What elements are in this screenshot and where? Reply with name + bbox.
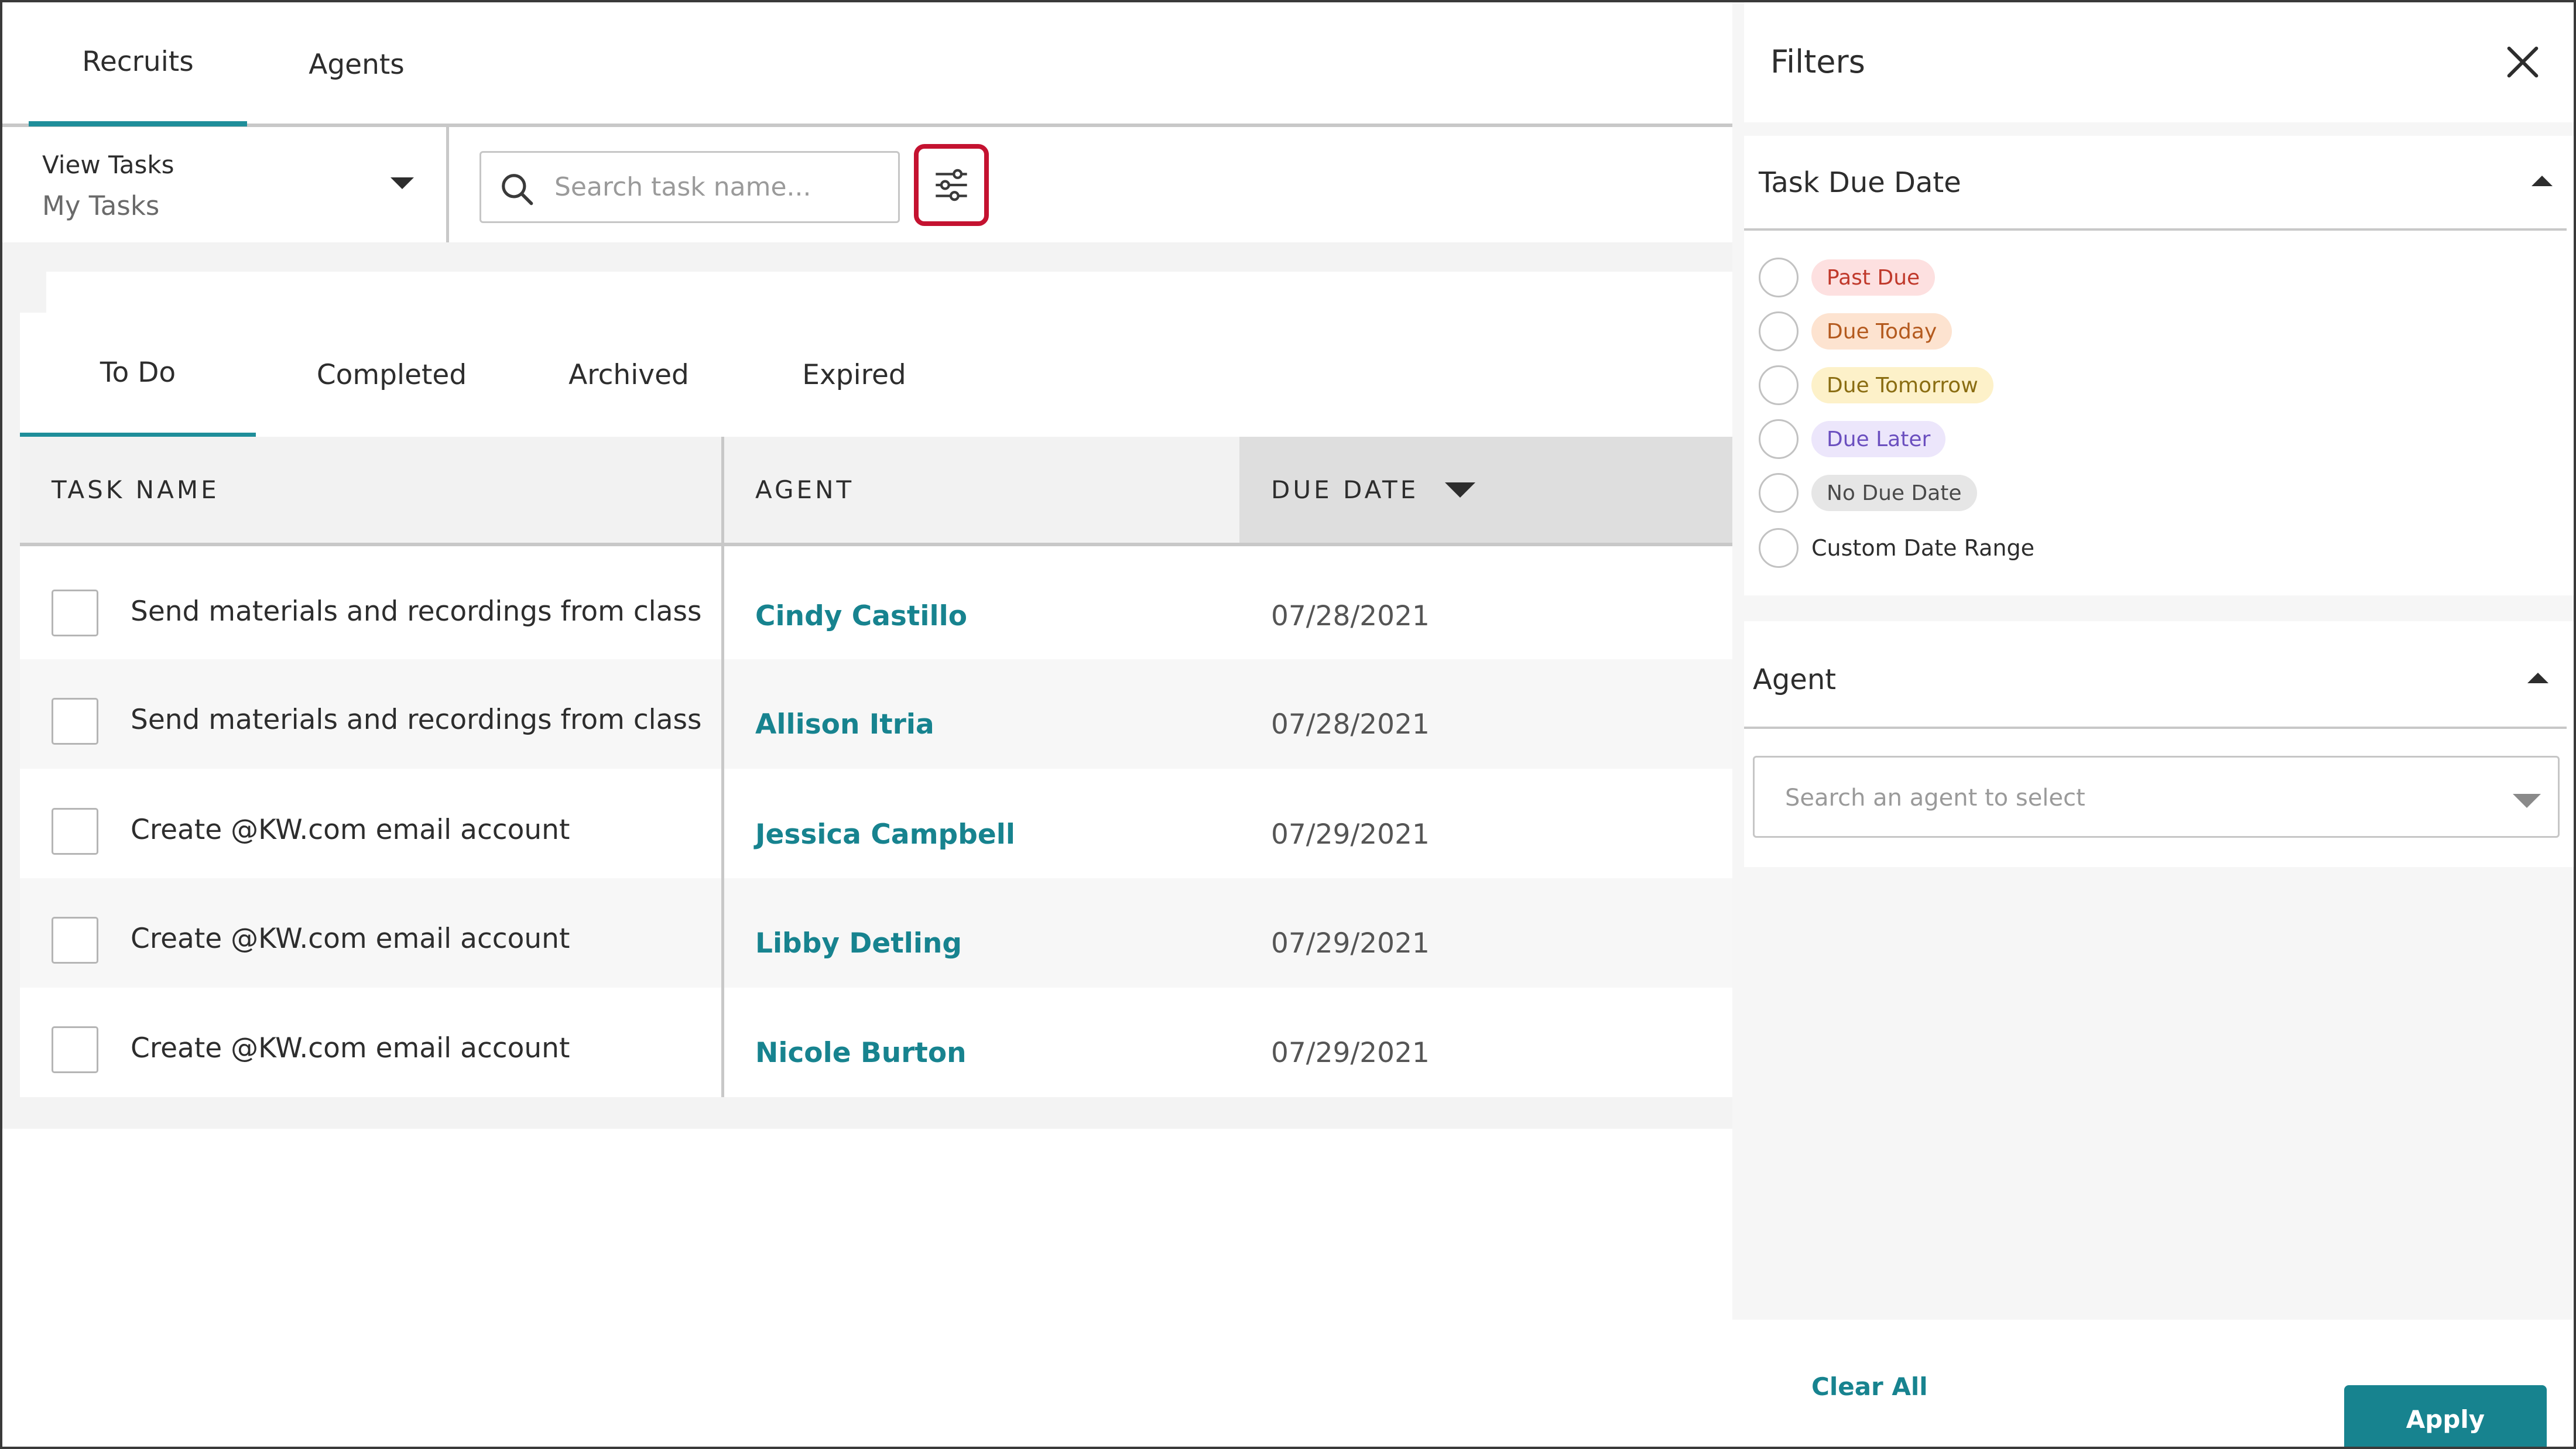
apply-button[interactable]: Apply bbox=[2344, 1385, 2547, 1447]
section-divider bbox=[1744, 727, 2567, 729]
tab-completed[interactable]: Completed bbox=[278, 313, 506, 437]
filters-header: Filters bbox=[1744, 2, 2574, 122]
agent-link[interactable]: Jessica Campbell bbox=[755, 818, 1015, 851]
task-name: Send materials and recordings from class bbox=[131, 704, 702, 736]
search-icon bbox=[502, 174, 533, 205]
card-header-strip bbox=[46, 272, 1744, 313]
table-row: Create @KW.com email account Libby Detli… bbox=[20, 878, 1744, 988]
sliders-icon bbox=[936, 169, 967, 201]
table-row: Create @KW.com email account Jessica Cam… bbox=[20, 769, 1744, 878]
tab-agents[interactable]: Agents bbox=[269, 2, 444, 127]
radio-button[interactable] bbox=[1759, 258, 1799, 297]
close-button[interactable] bbox=[2499, 39, 2546, 85]
filter-option-custom-date-range[interactable]: Custom Date Range bbox=[1759, 527, 2034, 569]
agent-link[interactable]: Cindy Castillo bbox=[755, 600, 967, 632]
due-date: 07/28/2021 bbox=[1271, 708, 1430, 741]
caret-up-icon[interactable] bbox=[2532, 176, 2553, 186]
task-name: Create @KW.com email account bbox=[131, 923, 570, 955]
column-divider bbox=[721, 437, 724, 1097]
header-due-date[interactable]: DUE DATE bbox=[1239, 437, 1744, 543]
tab-expired[interactable]: Expired bbox=[755, 313, 954, 437]
agent-link[interactable]: Libby Detling bbox=[755, 927, 962, 960]
task-name: Create @KW.com email account bbox=[131, 1032, 570, 1064]
filters-footer: Clear All Apply bbox=[1732, 1320, 2574, 1447]
filter-option-no-due-date[interactable]: No Due Date bbox=[1759, 472, 1977, 514]
row-checkbox[interactable] bbox=[52, 808, 98, 855]
task-name: Send materials and recordings from class bbox=[131, 595, 702, 628]
due-date: 07/29/2021 bbox=[1271, 1037, 1430, 1069]
filter-button[interactable] bbox=[914, 144, 989, 226]
search-input[interactable] bbox=[554, 153, 888, 221]
row-checkbox[interactable] bbox=[52, 1026, 98, 1073]
no-due-date-pill: No Due Date bbox=[1811, 475, 1977, 511]
filters-title: Filters bbox=[1770, 43, 1865, 80]
status-tab-bar: To Do Completed Archived Expired bbox=[20, 313, 1744, 437]
view-tasks-dropdown[interactable]: View Tasks My Tasks bbox=[2, 127, 449, 242]
task-due-date-section: Task Due Date Past Due Due Today Due Tom… bbox=[1744, 136, 2574, 595]
header-due-date-label: DUE DATE bbox=[1271, 475, 1419, 504]
header-agent[interactable]: AGENT bbox=[755, 437, 854, 543]
agent-section: Agent Search an agent to select bbox=[1744, 621, 2574, 867]
agent-filter-title: Agent bbox=[1753, 663, 1837, 696]
chevron-down-icon bbox=[2513, 794, 2541, 808]
clear-all-button[interactable]: Clear All bbox=[1811, 1372, 1928, 1401]
view-tasks-value: My Tasks bbox=[42, 190, 160, 221]
caret-up-icon[interactable] bbox=[2527, 673, 2548, 683]
filter-option-due-later[interactable]: Due Later bbox=[1759, 418, 1946, 460]
due-date: 07/29/2021 bbox=[1271, 927, 1430, 960]
task-name: Create @KW.com email account bbox=[131, 814, 570, 846]
tab-to-do[interactable]: To Do bbox=[20, 313, 256, 437]
due-date: 07/28/2021 bbox=[1271, 600, 1430, 632]
due-tomorrow-pill: Due Tomorrow bbox=[1811, 367, 1993, 403]
custom-date-range-label: Custom Date Range bbox=[1811, 535, 2035, 561]
filter-option-due-today[interactable]: Due Today bbox=[1759, 310, 1952, 352]
toolbar: View Tasks My Tasks bbox=[2, 127, 1744, 242]
radio-button[interactable] bbox=[1759, 473, 1799, 513]
radio-button[interactable] bbox=[1759, 528, 1799, 568]
table-header: TASK NAME AGENT DUE DATE bbox=[20, 437, 1744, 546]
close-icon bbox=[2507, 46, 2539, 78]
due-later-pill: Due Later bbox=[1811, 421, 1946, 457]
filter-option-due-tomorrow[interactable]: Due Tomorrow bbox=[1759, 364, 1993, 406]
table-row: Send materials and recordings from class… bbox=[20, 550, 1744, 659]
task-due-date-title: Task Due Date bbox=[1759, 166, 1961, 199]
caret-down-icon bbox=[390, 177, 414, 189]
row-checkbox[interactable] bbox=[52, 590, 98, 636]
agent-link[interactable]: Allison Itria bbox=[755, 708, 934, 741]
agent-search-select[interactable]: Search an agent to select bbox=[1753, 756, 2560, 838]
due-today-pill: Due Today bbox=[1811, 313, 1952, 350]
filter-option-past-due[interactable]: Past Due bbox=[1759, 256, 1936, 299]
filters-panel: Filters Task Due Date Past Due Due Today bbox=[1732, 2, 2574, 1447]
radio-button[interactable] bbox=[1759, 311, 1799, 351]
agent-link[interactable]: Nicole Burton bbox=[755, 1037, 967, 1069]
tab-archived[interactable]: Archived bbox=[529, 313, 728, 437]
radio-button[interactable] bbox=[1759, 419, 1799, 459]
table-row: Create @KW.com email account Nicole Burt… bbox=[20, 988, 1744, 1097]
table-row: Send materials and recordings from class… bbox=[20, 659, 1744, 769]
agent-search-placeholder: Search an agent to select bbox=[1785, 785, 2085, 811]
tab-recruits[interactable]: Recruits bbox=[29, 2, 247, 126]
section-divider bbox=[1744, 228, 2567, 231]
past-due-pill: Past Due bbox=[1811, 259, 1936, 296]
row-checkbox[interactable] bbox=[52, 698, 98, 745]
search-box bbox=[479, 151, 900, 223]
view-tasks-label: View Tasks bbox=[42, 150, 174, 179]
header-task-name[interactable]: TASK NAME bbox=[52, 437, 220, 543]
top-tab-bar: Recruits Agents bbox=[2, 2, 1744, 127]
radio-button[interactable] bbox=[1759, 365, 1799, 405]
app-window: Recruits Agents View Tasks My Tasks Sear… bbox=[0, 0, 2576, 1449]
due-date: 07/29/2021 bbox=[1271, 818, 1430, 851]
row-checkbox[interactable] bbox=[52, 917, 98, 964]
sort-down-icon bbox=[1445, 482, 1476, 498]
